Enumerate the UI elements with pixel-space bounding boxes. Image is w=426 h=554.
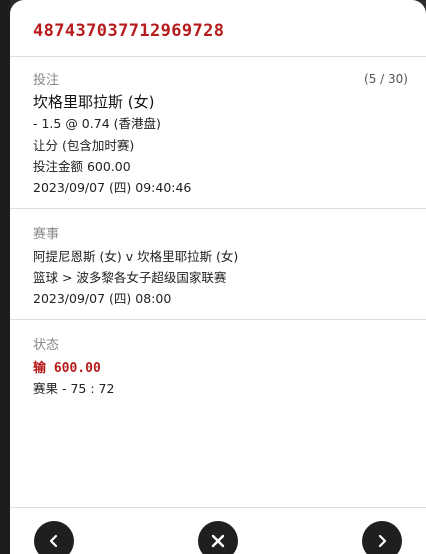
bet-result: 输 600.00 [33, 361, 101, 376]
stake-amount: 投注金额 600.00 [33, 159, 131, 174]
event-section: 赛事 阿提尼恩斯 (女) v 坎格里耶拉斯 (女) 篮球 > 波多黎各女子超级国… [10, 209, 426, 320]
close-icon [211, 534, 225, 548]
section-title-status: 状态 [33, 338, 60, 353]
event-start-time: 2023/09/07 (四) 08:00 [33, 291, 172, 306]
chevron-right-icon [378, 534, 387, 548]
event-league: 篮球 > 波多黎各女子超级国家联赛 [33, 270, 227, 285]
final-score: 赛果 - 75 : 72 [33, 381, 115, 396]
placed-time: 2023/09/07 (四) 09:40:46 [33, 180, 192, 195]
event-matchup: 阿提尼恩斯 (女) v 坎格里耶拉斯 (女) [33, 249, 239, 264]
previous-button[interactable] [34, 521, 74, 554]
close-button[interactable] [198, 521, 238, 554]
chevron-left-icon [49, 534, 58, 548]
backdrop [0, 0, 10, 554]
bet-section: 投注 (5 / 30) 坎格里耶拉斯 (女) - 1.5 @ 0.74 (香港盘… [10, 57, 426, 209]
next-button[interactable] [362, 521, 402, 554]
bet-header: 487437037712969728 [10, 0, 426, 57]
status-section: 状态 输 600.00 赛果 - 75 : 72 [10, 320, 426, 440]
bet-counter: (5 / 30) [364, 72, 408, 86]
market-type: 让分 (包含加时赛) [33, 138, 135, 153]
navigation-footer [10, 507, 426, 554]
bet-id: 487437037712969728 [33, 21, 225, 41]
selection-name: 坎格里耶拉斯 (女) [33, 93, 155, 111]
bet-detail-card: 487437037712969728 投注 (5 / 30) 坎格里耶拉斯 (女… [10, 0, 426, 554]
section-title-bet: 投注 [33, 73, 60, 88]
section-title-event: 赛事 [33, 227, 60, 242]
handicap-odds: - 1.5 @ 0.74 (香港盘) [33, 116, 161, 131]
